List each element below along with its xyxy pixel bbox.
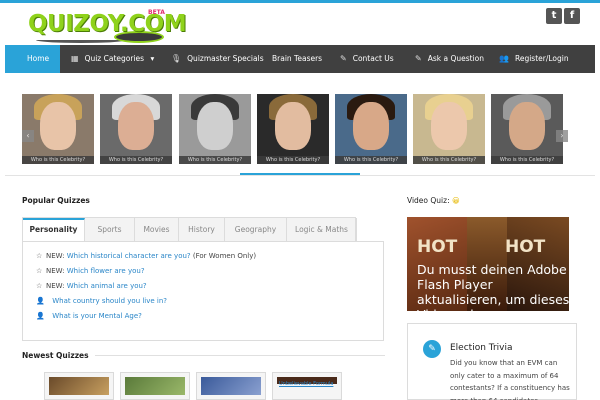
celebrity-card[interactable]: Who is this Celebrity?	[491, 94, 563, 164]
celebrity-card[interactable]: Who is this Celebrity?	[179, 94, 251, 164]
nav-contact-us[interactable]: ✎ Contact Us	[340, 45, 394, 73]
quiz-link[interactable]: Which flower are you?	[67, 267, 145, 275]
video-player[interactable]: HOT HOT Du musst deinen Adobe Flash Play…	[407, 217, 569, 311]
celebrity-caption: Who is this Celebrity?	[22, 156, 94, 164]
chevron-down-icon: ▾	[150, 54, 155, 63]
edit-icon: ✎	[415, 54, 422, 63]
user-icon: 👤	[36, 297, 45, 305]
edit-icon: ✎	[340, 54, 347, 63]
list-item: ☆ NEW: Which flower are you?	[36, 267, 145, 275]
popular-quizzes-title: Popular Quizzes	[22, 196, 90, 205]
video-quiz-title: Video Quiz: 😀	[407, 196, 460, 205]
celebrity-card[interactable]: Who is this Celebrity?	[335, 94, 407, 164]
star-icon: ☆	[36, 282, 43, 290]
trivia-card: ✎ Election Trivia Did you know that an E…	[407, 323, 577, 400]
celebrity-carousel: Who is this Celebrity? Who is this Celeb…	[22, 94, 568, 164]
newest-quiz-thumb[interactable]	[44, 372, 114, 400]
quiz-prefix: NEW:	[46, 282, 65, 290]
celebrity-card[interactable]: Who is this Celebrity?	[257, 94, 329, 164]
tab-logic-maths[interactable]: Logic & Maths	[287, 218, 357, 242]
celebrity-caption: Who is this Celebrity?	[257, 156, 329, 164]
celebrity-caption: Who is this Celebrity?	[335, 156, 407, 164]
carousel-prev-arrow[interactable]: ‹	[22, 130, 34, 142]
celebrity-card[interactable]: Who is this Celebrity?	[413, 94, 485, 164]
video-overlay-word: HOT	[505, 237, 546, 257]
trivia-text: Did you know that an EVM can only cater …	[450, 359, 570, 400]
nav-ask-question[interactable]: ✎ Ask a Question	[415, 45, 484, 73]
microphone-icon: 🎙	[171, 54, 182, 63]
site-logo[interactable]: QUIZOY.COM BETA	[28, 9, 187, 45]
nav-home-label: Home	[27, 54, 50, 63]
quiz-suffix: (For Women Only)	[192, 252, 257, 260]
quiz-category-tabs: Personality Sports Movies History Geogra…	[22, 217, 357, 242]
quiz-link[interactable]: Which historical character are you?	[67, 252, 191, 260]
carousel-next-arrow[interactable]: ›	[556, 130, 568, 142]
nav-quizmaster-label: Quizmaster Specials	[187, 54, 264, 63]
users-icon: 👥	[499, 54, 509, 63]
smiley-icon: 😀	[452, 196, 460, 205]
quiz-link[interactable]: What country should you live in?	[52, 297, 167, 305]
video-quiz-label: Video Quiz:	[407, 196, 450, 205]
site-header: QUIZOY.COM BETA t f	[0, 3, 600, 45]
celebrity-card[interactable]: Who is this Celebrity?	[100, 94, 172, 164]
video-overlay-word: HOT	[417, 237, 458, 257]
list-item: 👤 What is your Mental Age?	[36, 312, 142, 320]
tab-geography[interactable]: Geography	[225, 218, 287, 242]
celebrity-card[interactable]: Who is this Celebrity?	[22, 94, 94, 164]
celebrity-caption: Who is this Celebrity?	[179, 156, 251, 164]
nav-register-label: Register/Login	[514, 54, 569, 63]
nav-home[interactable]: Home	[5, 45, 60, 73]
star-icon: ☆	[36, 252, 43, 260]
quiz-prefix: NEW:	[46, 267, 65, 275]
newest-quizzes-title: Newest Quizzes	[22, 351, 89, 360]
section-divider	[5, 175, 595, 176]
newest-quiz-thumb[interactable]	[120, 372, 190, 400]
tab-personality[interactable]: Personality	[23, 218, 85, 242]
beta-badge: BETA	[148, 9, 165, 16]
nav-brain-teasers-label: Brain Teasers	[272, 54, 323, 63]
nav-quiz-categories-label: Quiz Categories	[84, 54, 145, 63]
thumb-label: Unbelievable Formula	[279, 381, 334, 387]
facebook-icon[interactable]: f	[564, 8, 580, 24]
twitter-icon[interactable]: t	[546, 8, 562, 24]
list-item: ☆ NEW: Which historical character are you…	[36, 252, 256, 260]
nav-register-login[interactable]: 👥 Register/Login	[499, 45, 569, 73]
celebrity-caption: Who is this Celebrity?	[100, 156, 172, 164]
user-icon: 👤	[36, 312, 45, 320]
nav-ask-label: Ask a Question	[427, 54, 484, 63]
nav-quizmaster-specials[interactable]: 🎙 Quizmaster Specials	[171, 45, 264, 73]
tab-history[interactable]: History	[179, 218, 225, 242]
list-item: ☆ NEW: Which animal are you?	[36, 282, 147, 290]
tab-sports[interactable]: Sports	[85, 218, 135, 242]
nav-brain-teasers[interactable]: Brain Teasers	[272, 45, 322, 73]
grid-icon: ▦	[71, 54, 79, 63]
tab-movies[interactable]: Movies	[135, 218, 179, 242]
nav-contact-label: Contact Us	[352, 54, 394, 63]
flash-player-message: Du musst deinen Adobe Flash Player aktua…	[417, 262, 569, 311]
celebrity-caption: Who is this Celebrity?	[413, 156, 485, 164]
main-nav: Home ▦ Quiz Categories ▾ 🎙 Quizmaster Spec…	[5, 45, 595, 73]
newest-quiz-thumb[interactable]	[196, 372, 266, 400]
quiz-list-panel: ☆ NEW: Which historical character are you…	[22, 241, 384, 341]
celebrity-caption: Who is this Celebrity?	[491, 156, 563, 164]
star-icon: ☆	[36, 267, 43, 275]
quiz-link[interactable]: What is your Mental Age?	[52, 312, 142, 320]
edit-icon: ✎	[423, 340, 441, 358]
quiz-link[interactable]: Which animal are you?	[67, 282, 147, 290]
newest-quiz-thumb[interactable]: Unbelievable Formula	[272, 372, 342, 400]
quiz-prefix: NEW:	[46, 252, 65, 260]
trivia-title: Election Trivia	[450, 343, 513, 353]
newest-divider	[95, 355, 385, 356]
logo-swoosh	[36, 37, 126, 43]
list-item: 👤 What country should you live in?	[36, 297, 167, 305]
nav-quiz-categories[interactable]: ▦ Quiz Categories ▾	[71, 45, 154, 73]
